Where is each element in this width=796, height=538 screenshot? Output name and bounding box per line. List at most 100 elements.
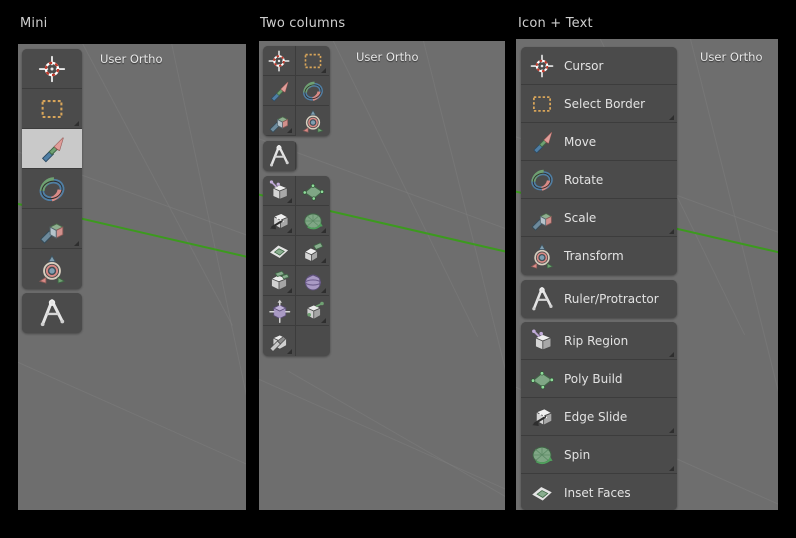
ruler-protractor-icon: [267, 144, 291, 168]
tool-button-loop-cut[interactable]: [296, 266, 329, 296]
toolshelf-group-transform-two-columns[interactable]: [263, 46, 330, 136]
tool-button-cursor[interactable]: Cursor: [521, 47, 677, 85]
transform-icon: [301, 109, 325, 133]
submenu-corner-icon[interactable]: [287, 198, 292, 203]
smooth-icon: [267, 299, 291, 323]
tool-button-ruler-protractor[interactable]: [263, 141, 296, 171]
inset-faces-icon: [527, 480, 555, 506]
tool-label-poly-build: Poly Build: [564, 372, 623, 386]
toolshelf-group-measure-two-columns[interactable]: [263, 141, 297, 171]
toolshelf-group-mesh-two-columns[interactable]: [263, 176, 330, 356]
tool-button-spin[interactable]: [296, 206, 329, 236]
tool-button-transform[interactable]: Transform: [521, 237, 677, 275]
toolshelf-group-transform-mini[interactable]: [22, 49, 82, 289]
ruler-protractor-icon: [527, 286, 555, 312]
tool-button-smooth[interactable]: [263, 296, 296, 326]
transform-icon: [37, 254, 67, 284]
submenu-corner-icon[interactable]: [287, 288, 292, 293]
tool-button-inset-faces[interactable]: [263, 236, 296, 266]
toolshelf-group-mesh-icon-text[interactable]: Rip Region Poly Build Edge Slide Spin Inset …: [521, 322, 677, 510]
tool-button-rip-region[interactable]: [263, 176, 296, 206]
move-icon: [267, 79, 291, 103]
cursor-icon: [37, 54, 67, 84]
tool-button-ruler-protractor[interactable]: [22, 293, 82, 333]
submenu-corner-icon[interactable]: [669, 466, 674, 471]
tool-button-select-border[interactable]: [296, 46, 329, 76]
submenu-corner-icon[interactable]: [321, 68, 326, 73]
ruler-protractor-icon: [37, 298, 67, 328]
tool-button-inset-faces[interactable]: Inset Faces: [521, 474, 677, 510]
submenu-corner-icon[interactable]: [321, 228, 326, 233]
tool-button-transform[interactable]: [296, 106, 329, 136]
tool-button-scale[interactable]: [263, 106, 296, 136]
tool-button-poly-build[interactable]: Poly Build: [521, 360, 677, 398]
select-border-icon: [37, 94, 67, 124]
tool-button-extrude-region[interactable]: [296, 236, 329, 266]
column-title-two-columns: Two columns: [260, 16, 345, 31]
tool-label-spin: Spin: [564, 448, 590, 462]
tool-button-select-border[interactable]: [22, 89, 82, 129]
tool-button-move[interactable]: [263, 76, 296, 106]
tool-button-move[interactable]: Move: [521, 123, 677, 161]
move-icon: [527, 129, 555, 155]
cursor-icon: [267, 49, 291, 73]
tool-button-rip-region[interactable]: Rip Region: [521, 322, 677, 360]
tool-button-move[interactable]: [22, 129, 82, 169]
tool-label-move: Move: [564, 135, 596, 149]
tool-button-poly-build[interactable]: [296, 176, 329, 206]
ortho-label-icon-text: User Ortho: [700, 50, 762, 64]
tool-button-scale[interactable]: Scale: [521, 199, 677, 237]
submenu-corner-icon[interactable]: [669, 115, 674, 120]
rip-region-icon: [527, 328, 555, 354]
tool-button-edge-slide[interactable]: [263, 206, 296, 236]
toolshelf-group-measure-icon-text[interactable]: Ruler/Protractor: [521, 280, 677, 318]
tool-label-cursor: Cursor: [564, 59, 603, 73]
submenu-corner-icon[interactable]: [287, 228, 292, 233]
tool-button-transform[interactable]: [22, 249, 82, 289]
toolshelf-group-measure-mini[interactable]: [22, 293, 82, 333]
tool-button-edge-slide[interactable]: Edge Slide: [521, 398, 677, 436]
poly-build-icon: [527, 366, 555, 392]
toolshelf-group-transform-icon-text[interactable]: Cursor Select Border Move Rotate Scale Transf…: [521, 47, 677, 275]
scale-icon: [527, 205, 555, 231]
tool-button-select-border[interactable]: Select Border: [521, 85, 677, 123]
rotate-icon: [37, 174, 67, 204]
tool-label-rip-region: Rip Region: [564, 334, 628, 348]
tool-label-rotate: Rotate: [564, 173, 603, 187]
tool-button-cursor[interactable]: [22, 49, 82, 89]
tool-button-spin[interactable]: Spin: [521, 436, 677, 474]
tool-button-knife[interactable]: [263, 326, 296, 356]
tool-button-bevel[interactable]: [263, 266, 296, 296]
scale-icon: [37, 214, 67, 244]
submenu-corner-icon[interactable]: [321, 288, 326, 293]
tool-button-rotate[interactable]: [22, 169, 82, 209]
ortho-label-two-columns: User Ortho: [356, 50, 418, 64]
inset-faces-icon: [267, 239, 291, 263]
tool-label-scale: Scale: [564, 211, 596, 225]
grid-line: [77, 44, 233, 326]
submenu-corner-icon[interactable]: [74, 241, 79, 246]
submenu-corner-icon[interactable]: [669, 229, 674, 234]
column-title-icon-text: Icon + Text: [518, 16, 593, 31]
submenu-corner-icon[interactable]: [74, 121, 79, 126]
ortho-label-mini: User Ortho: [100, 52, 162, 66]
submenu-corner-icon[interactable]: [287, 349, 292, 354]
submenu-corner-icon[interactable]: [669, 428, 674, 433]
tool-button-cursor[interactable]: [263, 46, 296, 76]
rotate-icon: [301, 79, 325, 103]
grid-line: [328, 41, 478, 337]
select-border-icon: [527, 91, 555, 117]
move-icon: [37, 134, 67, 164]
tool-button-scale[interactable]: [22, 209, 82, 249]
tool-button-rotate[interactable]: [296, 76, 329, 106]
submenu-corner-icon[interactable]: [287, 128, 292, 133]
submenu-corner-icon[interactable]: [321, 258, 326, 263]
submenu-corner-icon[interactable]: [669, 352, 674, 357]
grid-line: [418, 41, 505, 510]
submenu-corner-icon[interactable]: [321, 318, 326, 323]
tool-button-ruler-protractor[interactable]: Ruler/Protractor: [521, 280, 677, 318]
tool-button-shrink-fatten[interactable]: [296, 296, 329, 326]
grid-line: [18, 344, 246, 510]
tool-button-rotate[interactable]: Rotate: [521, 161, 677, 199]
tool-label-edge-slide: Edge Slide: [564, 410, 627, 424]
